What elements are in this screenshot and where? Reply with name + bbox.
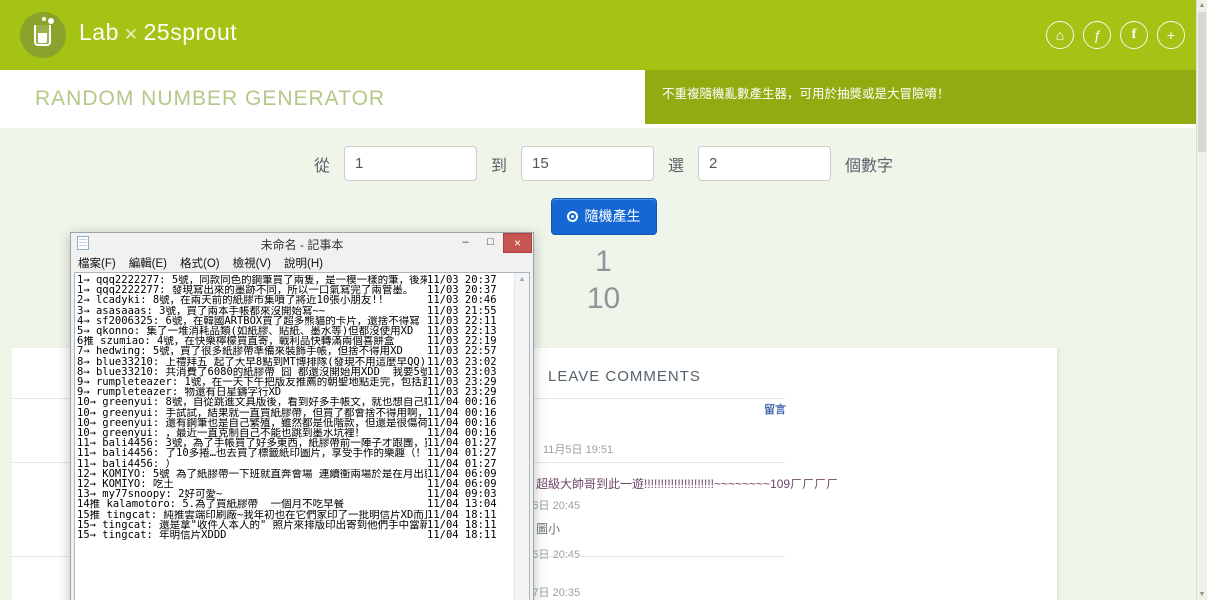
pick-input[interactable] <box>698 146 832 181</box>
beaker-icon <box>34 18 54 46</box>
home-icon[interactable]: ⌂ <box>1046 21 1074 49</box>
logo[interactable] <box>20 12 66 58</box>
banner-text: 不重複隨機亂數產生器，可用於抽獎或是大冒險唷！ <box>662 87 950 101</box>
suffix-label: 個數字 <box>845 157 894 175</box>
comments-heading: LEAVE COMMENTS <box>548 368 701 385</box>
menu-view[interactable]: 檢視(V) <box>233 255 271 271</box>
notepad-line: 15→ tingcat: 年明信片XDDD 11/04 18:11 <box>77 529 497 542</box>
minimize-button[interactable]: – <box>453 233 478 253</box>
from-label: 從 <box>313 157 330 175</box>
to-input[interactable] <box>521 146 654 181</box>
close-button[interactable]: × <box>503 233 532 253</box>
comment-text: 超級大帥哥到此一遊!!!!!!!!!!!!!!!!!!!!!~~~~~~~~10… <box>536 477 839 491</box>
menu-file[interactable]: 檔案(F) <box>78 255 116 271</box>
menu-help[interactable]: 說明(H) <box>284 255 323 271</box>
notepad-window[interactable]: 未命名 - 記事本 – □ × 檔案(F) 編輯(E) 格式(O) 檢視(V) … <box>70 232 534 600</box>
pick-label: 選 <box>668 157 685 175</box>
scrollbar-down-icon[interactable]: ▼ <box>1197 591 1207 598</box>
notepad-titlebar[interactable]: 未命名 - 記事本 – □ × <box>71 233 533 253</box>
app-header: Lab ✕ 25sprout ⌂ ƒ f + <box>0 0 1207 70</box>
from-input[interactable] <box>343 146 477 181</box>
menu-format[interactable]: 格式(O) <box>180 255 220 271</box>
page-scrollbar[interactable]: ▲ ▼ <box>1196 0 1207 600</box>
to-label: 到 <box>490 157 507 175</box>
comment-timestamp: 11月5日 19:51 <box>543 444 614 456</box>
page-title: RANDOM NUMBER GENERATOR <box>35 87 386 110</box>
brand-title: Lab ✕ 25sprout <box>79 19 238 45</box>
target-icon <box>566 210 578 222</box>
notepad-content: 1→ qqq2222277: 5號，同款同色的鋼筆買了兩隻，是一模一樣的筆，後來… <box>75 273 529 542</box>
notepad-textarea[interactable]: 1→ qqq2222277: 5號，同款同色的鋼筆買了兩隻，是一模一樣的筆，後來… <box>74 272 530 600</box>
header-icon-group: ⌂ ƒ f + <box>1046 21 1185 49</box>
plus-icon[interactable]: + <box>1157 21 1185 49</box>
fb-comments-link[interactable]: 留言 <box>764 401 786 417</box>
heading-row: RANDOM NUMBER GENERATOR 不重複隨機亂數產生器，可用於抽獎… <box>0 70 1207 128</box>
generate-button[interactable]: 隨機產生 <box>550 198 657 235</box>
comment-text: 圖小 <box>536 522 561 536</box>
lab-flash-icon[interactable]: ƒ <box>1083 21 1111 49</box>
scroll-up-icon[interactable]: ▲ <box>515 276 529 283</box>
menu-edit[interactable]: 編輯(E) <box>129 255 167 271</box>
notepad-menubar: 檔案(F) 編輯(E) 格式(O) 檢視(V) 說明(H) <box>71 253 533 272</box>
brand-x: ✕ <box>123 25 139 44</box>
facebook-icon[interactable]: f <box>1120 21 1148 49</box>
range-form: 從 到 選 個數字 <box>0 146 1207 181</box>
banner: 不重複隨機亂數產生器，可用於抽獎或是大冒險唷！ <box>645 70 1196 124</box>
notepad-scrollbar[interactable]: ▲ <box>514 273 529 600</box>
scrollbar-thumb[interactable] <box>1198 12 1206 152</box>
scrollbar-up-icon[interactable]: ▲ <box>1197 2 1207 9</box>
maximize-button[interactable]: □ <box>478 233 503 253</box>
